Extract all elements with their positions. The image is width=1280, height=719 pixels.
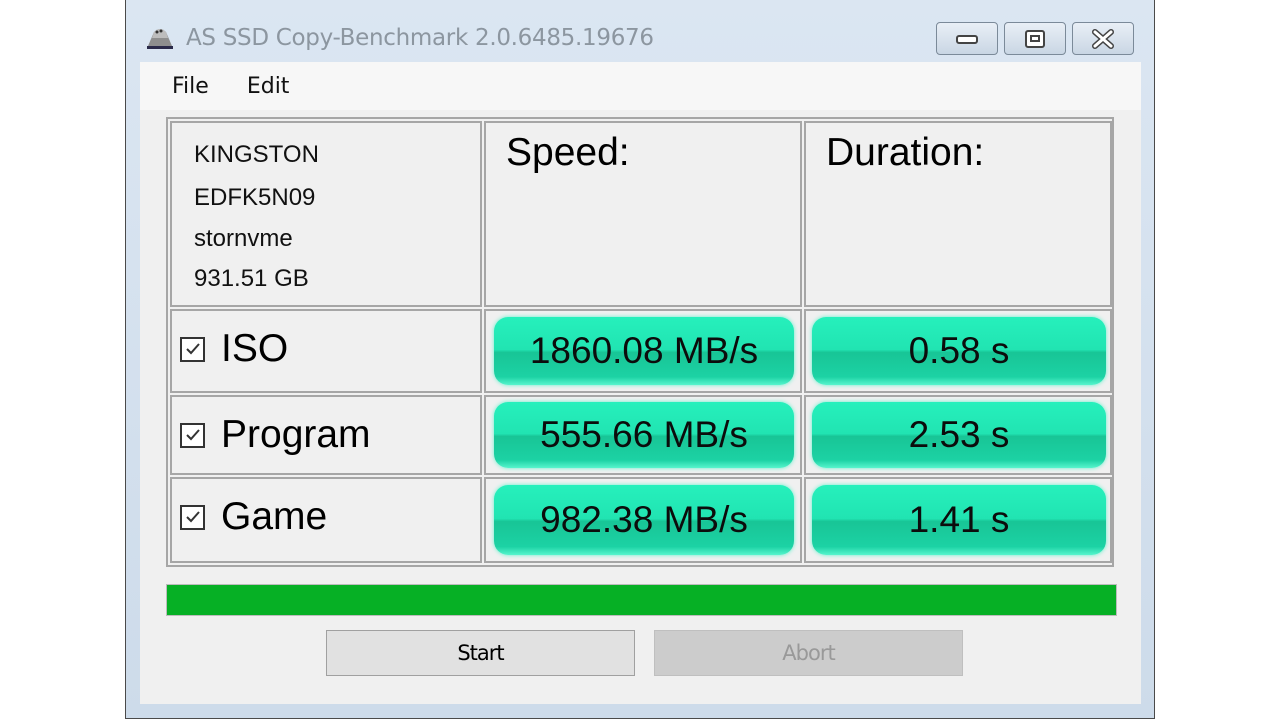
menu-bar: File Edit [140, 62, 1141, 110]
start-button[interactable]: Start [326, 630, 635, 676]
game-checkbox[interactable] [180, 504, 205, 530]
minimize-button[interactable] [936, 22, 998, 55]
iso-duration-cell: 0.58 s [804, 309, 1112, 393]
speed-header: Speed: [506, 131, 630, 174]
checkmark-icon [185, 511, 200, 523]
duration-header-cell: Duration: [804, 121, 1112, 307]
maximize-button[interactable] [1004, 22, 1066, 55]
iso-speed-cell: 1860.08 MB/s [484, 309, 802, 393]
test-row-iso: ISO [170, 309, 482, 393]
progress-fill [167, 585, 1116, 615]
test-row-game: Game [170, 477, 482, 563]
close-icon [1092, 28, 1114, 49]
game-label: Game [221, 495, 328, 538]
checkmark-icon [185, 429, 200, 441]
drive-capacity: 931.51 GB [194, 265, 309, 292]
checkmark-icon [185, 343, 200, 355]
game-speed-value: 982.38 MB/s [494, 485, 794, 555]
abort-button[interactable]: Abort [654, 630, 963, 676]
maximize-icon [1025, 29, 1045, 48]
program-speed-value: 555.66 MB/s [494, 402, 794, 468]
drive-model: EDFK5N09 [194, 184, 316, 211]
menu-edit[interactable]: Edit [247, 74, 290, 99]
iso-label: ISO [221, 327, 289, 370]
results-grid: KINGSTON EDFK5N09 stornvme 931.51 GB Spe… [166, 117, 1114, 567]
window-title: AS SSD Copy-Benchmark 2.0.6485.19676 [186, 25, 654, 51]
drive-info-cell: KINGSTON EDFK5N09 stornvme 931.51 GB [170, 121, 482, 307]
title-bar[interactable]: AS SSD Copy-Benchmark 2.0.6485.19676 [126, 0, 1154, 62]
menu-file[interactable]: File [172, 74, 209, 99]
program-duration-cell: 2.53 s [804, 395, 1112, 475]
progress-bar [166, 584, 1117, 616]
drive-info: KINGSTON EDFK5N09 stornvme 931.51 GB [194, 133, 319, 299]
game-speed-cell: 982.38 MB/s [484, 477, 802, 563]
program-duration-value: 2.53 s [812, 402, 1106, 468]
program-label: Program [221, 413, 371, 456]
speed-header-cell: Speed: [484, 121, 802, 307]
drive-driver: stornvme [194, 225, 293, 252]
game-duration-value: 1.41 s [812, 485, 1106, 555]
test-row-program: Program [170, 395, 482, 475]
close-button[interactable] [1072, 22, 1134, 55]
drive-icon [147, 29, 173, 49]
program-checkbox[interactable] [180, 422, 205, 448]
program-speed-cell: 555.66 MB/s [484, 395, 802, 475]
game-duration-cell: 1.41 s [804, 477, 1112, 563]
iso-speed-value: 1860.08 MB/s [494, 317, 794, 385]
client-area: File Edit KINGSTON EDFK5N09 stornvme 931… [140, 62, 1141, 704]
app-window: AS SSD Copy-Benchmark 2.0.6485.19676 Fil… [125, 0, 1155, 719]
iso-duration-value: 0.58 s [812, 317, 1106, 385]
minimize-icon [956, 34, 978, 44]
duration-header: Duration: [826, 131, 985, 174]
iso-checkbox[interactable] [180, 336, 205, 362]
drive-vendor: KINGSTON [194, 141, 319, 168]
